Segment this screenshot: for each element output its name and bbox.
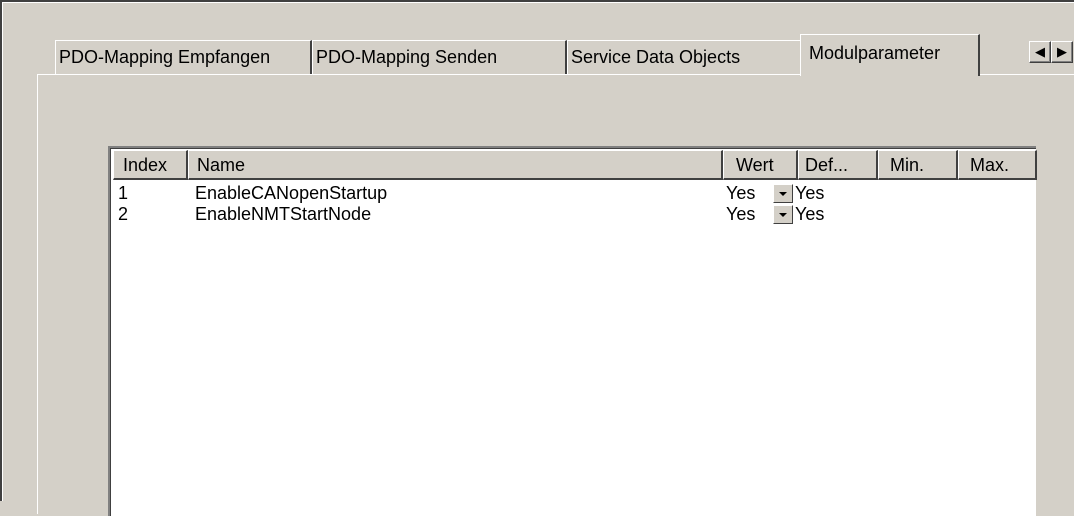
column-header-wert[interactable]: Wert xyxy=(723,150,798,180)
tab-scroll-right-button[interactable]: ▶ xyxy=(1051,41,1073,63)
tab-pdo-mapping-senden[interactable]: PDO-Mapping Senden xyxy=(312,40,567,74)
column-header-index[interactable]: Index xyxy=(113,150,188,180)
chevron-down-icon[interactable] xyxy=(773,184,793,203)
column-header-label: Max. xyxy=(970,155,1010,175)
tab-scroll-left-button[interactable]: ◀ xyxy=(1029,41,1051,63)
chevron-down-icon[interactable] xyxy=(773,205,793,224)
column-header-label: Index xyxy=(123,155,168,175)
window-border-top-highlight xyxy=(2,2,1074,3)
tab-label: Modulparameter xyxy=(809,43,941,63)
row-default: Yes xyxy=(795,204,825,224)
triangle-right-icon: ▶ xyxy=(1057,44,1067,59)
row-value[interactable]: Yes xyxy=(726,183,755,203)
row-name: EnableNMTStartNode xyxy=(195,204,372,224)
parameter-list[interactable]: Index Name Wert Def... Min. Max. 1 Enabl… xyxy=(108,146,1037,516)
column-header-label: Wert xyxy=(736,155,774,175)
tab-service-data-objects[interactable]: Service Data Objects xyxy=(567,40,803,74)
tab-label: PDO-Mapping Empfangen xyxy=(59,47,271,67)
column-header-max[interactable]: Max. xyxy=(958,150,1037,180)
row-name: EnableCANopenStartup xyxy=(195,183,388,203)
triangle-left-icon: ◀ xyxy=(1035,44,1045,59)
tab-pdo-mapping-empfangen[interactable]: PDO-Mapping Empfangen xyxy=(55,40,312,74)
window-border-left-highlight xyxy=(2,2,3,501)
column-header-default[interactable]: Def... xyxy=(798,150,878,180)
tab-modulparameter[interactable]: Modulparameter xyxy=(800,34,980,76)
column-header-label: Min. xyxy=(890,155,925,175)
row-index: 1 xyxy=(118,183,129,203)
tab-label: Service Data Objects xyxy=(571,47,741,67)
column-header-label: Name xyxy=(197,155,246,175)
column-header-label: Def... xyxy=(805,155,849,175)
row-index: 2 xyxy=(118,204,129,224)
row-value[interactable]: Yes xyxy=(726,204,755,224)
tab-label: PDO-Mapping Senden xyxy=(316,47,498,67)
row-default: Yes xyxy=(795,183,825,203)
column-header-name[interactable]: Name xyxy=(188,150,723,180)
column-header-min[interactable]: Min. xyxy=(878,150,958,180)
